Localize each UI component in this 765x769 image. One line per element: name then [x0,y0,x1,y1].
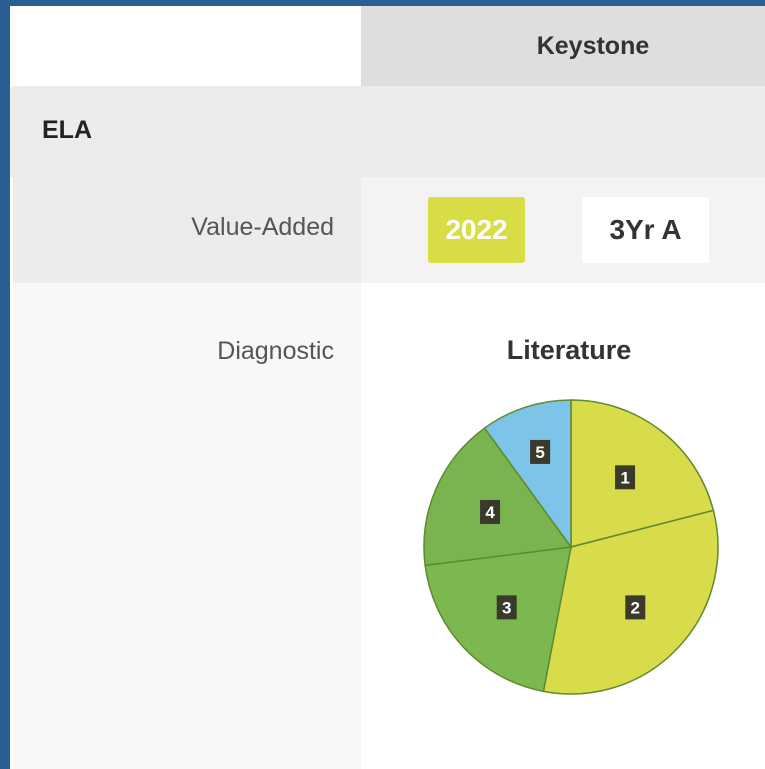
header-row: Keystone [10,6,765,86]
pie-slice-label-3: 3 [496,595,517,620]
three-year-average-button[interactable]: 3Yr A [582,197,709,263]
svg-text:2: 2 [631,598,640,617]
year-2022-button[interactable]: 2022 [428,197,525,263]
column-header-title: Keystone [536,31,650,60]
pie-slice-label-1: 1 [615,465,636,490]
report-panel: Keystone ELA Value-Added 2022 3Yr A Diag… [10,6,765,769]
chart-title: Literature [506,335,632,365]
value-added-label: Value-Added [191,213,334,241]
section-title: ELA [42,116,92,144]
diagnostic-label: Diagnostic [217,337,334,365]
svg-text:3: 3 [502,598,511,617]
pie-slice-label-5: 5 [530,439,551,464]
pie-slice-label-2: 2 [625,595,646,620]
value-added-content-cell: 2022 3Yr A [361,177,765,283]
svg-text:1: 1 [620,468,629,487]
pie-slice-label-4: 4 [480,499,501,524]
svg-text:5: 5 [535,443,544,462]
diagnostic-label-cell: Diagnostic [13,283,361,769]
diagnostic-content-cell: Literature 1 2 3 4 5 [361,283,765,769]
svg-text:4: 4 [485,503,495,522]
section-header: ELA [10,86,765,177]
column-header: Keystone [361,6,765,86]
value-added-label-cell: Value-Added [13,177,361,283]
literature-pie-chart[interactable]: 1 2 3 4 5 [411,387,731,707]
